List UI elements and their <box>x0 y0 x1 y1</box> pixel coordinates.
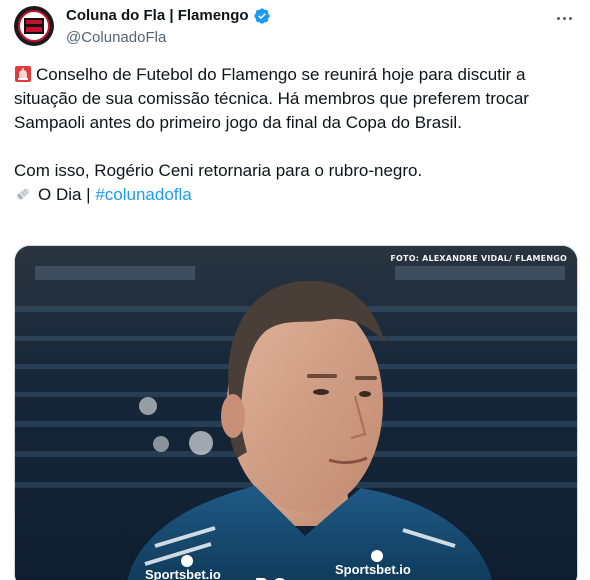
rolled-newspaper-icon <box>16 188 30 200</box>
display-name[interactable]: Coluna do Fla | Flamengo <box>66 6 249 26</box>
shirt-initials: R C <box>255 575 286 580</box>
sponsor-right: Sportsbet.io <box>335 562 411 577</box>
user-handle[interactable]: @ColunadoFla <box>66 28 271 48</box>
paragraph-1-text: Conselho de Futebol do Flamengo se reuni… <box>14 65 529 132</box>
dot <box>568 16 572 20</box>
more-options-icon[interactable] <box>552 8 576 28</box>
photo-credit: FOTO: ALEXANDRE VIDAL/ FLAMENGO <box>390 254 567 263</box>
dot <box>562 16 566 20</box>
hashtag-link[interactable]: #colunadofla <box>95 185 191 204</box>
paragraph-1: Conselho de Futebol do Flamengo se reuni… <box>14 63 574 135</box>
source-text: O Dia | <box>38 185 91 204</box>
police-car-light-icon <box>15 66 31 82</box>
verified-badge-icon[interactable] <box>253 7 271 25</box>
tweet-card: Coluna do Fla | Flamengo @ColunadoFla Co… <box>0 0 590 580</box>
paragraph-2: Com isso, Rogério Ceni retornaria para o… <box>14 161 423 180</box>
logo-stripe <box>26 24 42 27</box>
tweet-photo[interactable]: Sportsbet.io Sportsbet.io R C FOTO: ALEX… <box>14 245 578 580</box>
dot <box>556 16 560 20</box>
tweet-text: Conselho de Futebol do Flamengo se reuni… <box>14 63 574 207</box>
avatar[interactable] <box>14 6 54 46</box>
user-info: Coluna do Fla | Flamengo @ColunadoFla <box>66 4 271 48</box>
name-row: Coluna do Fla | Flamengo <box>66 6 271 26</box>
sponsor-left: Sportsbet.io <box>145 567 221 580</box>
source-line: O Dia | #colunadofla <box>14 183 574 207</box>
photo-illustration: Sportsbet.io Sportsbet.io R C <box>15 246 577 580</box>
tweet-header: Coluna do Fla | Flamengo @ColunadoFla <box>14 4 576 52</box>
